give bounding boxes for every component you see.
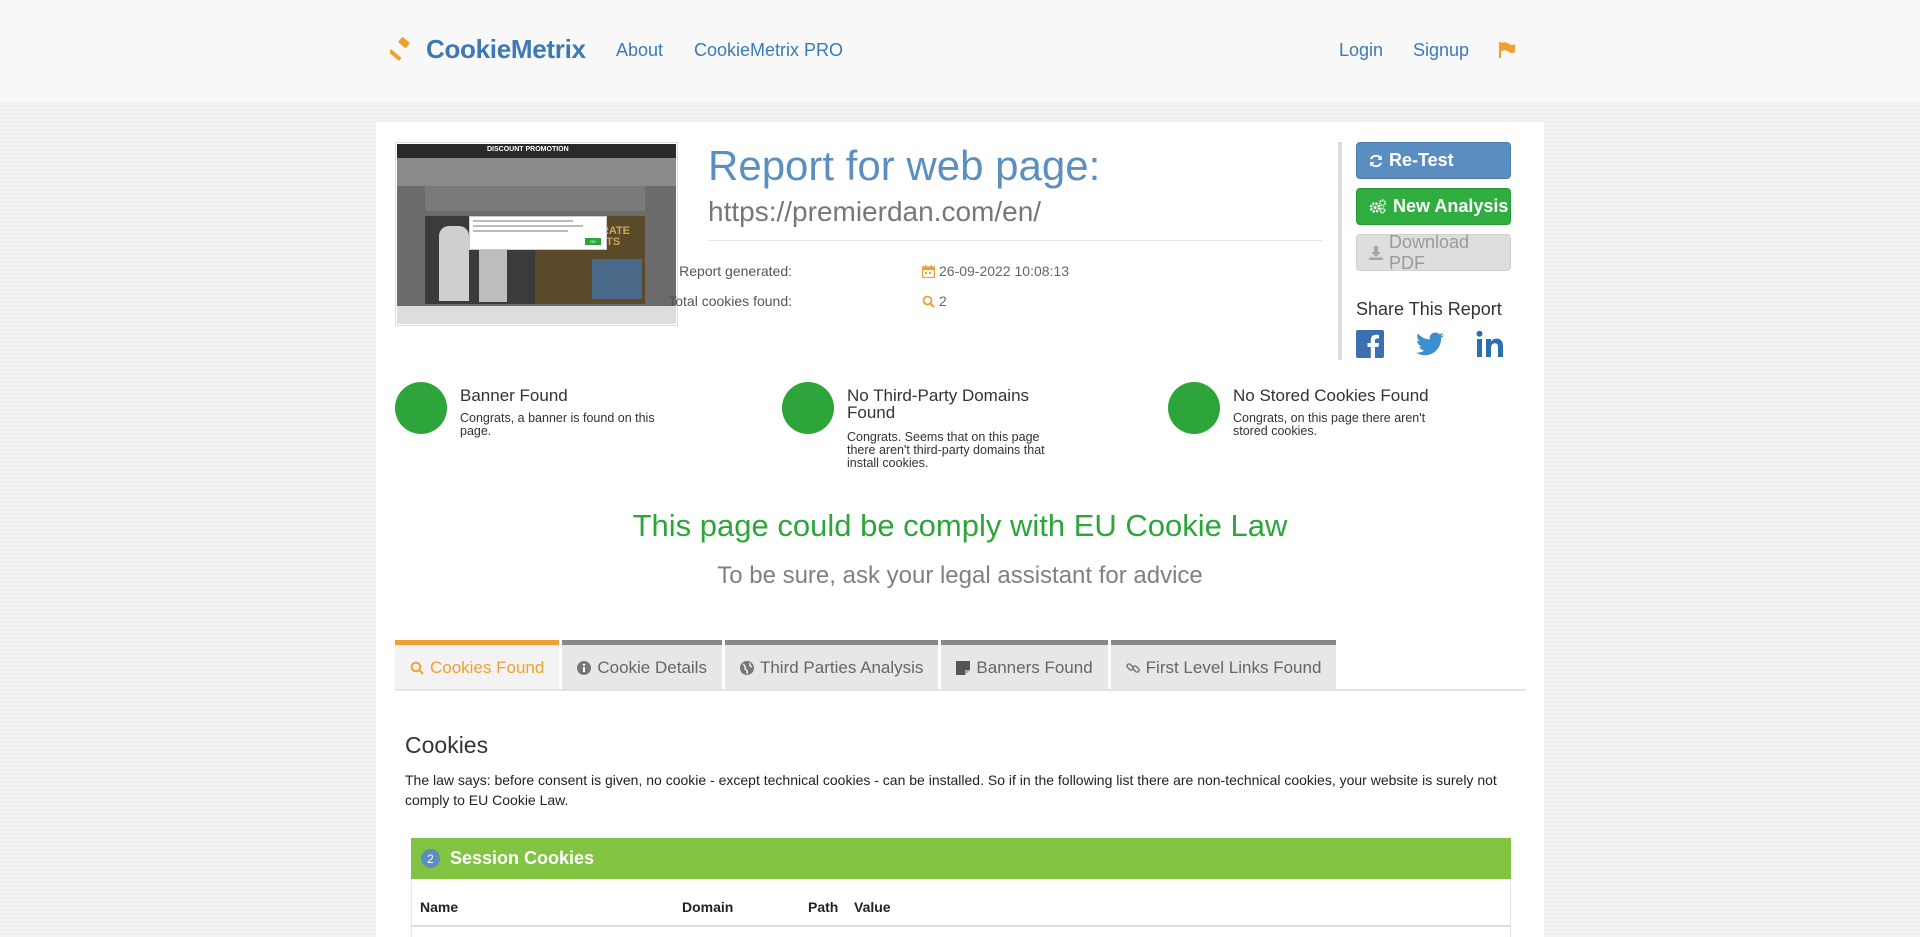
- download-pdf-button[interactable]: Download PDF: [1356, 231, 1511, 273]
- facebook-icon[interactable]: [1356, 330, 1384, 358]
- third-party-check-desc: Congrats. Seems that on this page there …: [847, 430, 1045, 470]
- nav-login[interactable]: Login: [1339, 40, 1383, 61]
- retest-button[interactable]: Re-Test: [1356, 142, 1511, 179]
- search-icon: [922, 295, 935, 308]
- brand-name: CookieMetrix: [426, 34, 586, 64]
- report-container: DISCOUNT PROMOTION KARATE BELTS OK Repor…: [376, 122, 1544, 937]
- gavel-icon: [390, 36, 410, 60]
- column-domain: Domain: [682, 899, 734, 915]
- stored-cookies-check-title: No Stored Cookies Found: [1233, 386, 1429, 405]
- banner-check-title: Banner Found: [460, 386, 568, 405]
- report-generated-label: Report generated:: [679, 263, 792, 279]
- tab-label: Banners Found: [976, 657, 1093, 677]
- stored-cookies-check-desc: Congrats, on this page there aren't stor…: [1233, 411, 1426, 438]
- tabs-underline: [395, 689, 1526, 691]
- report-url: https://premierdan.com/en/: [708, 196, 1042, 227]
- session-cookies-table-body: [411, 927, 1511, 937]
- brand-logo[interactable]: CookieMetrix: [390, 34, 586, 65]
- tab-label: Cookies Found: [430, 657, 545, 677]
- thumbnail-popup-button: OK: [585, 238, 601, 245]
- compliance-verdict: This page could be comply with EU Cookie…: [632, 508, 1288, 543]
- total-cookies-value: 2: [922, 293, 947, 309]
- third-party-check-title: No Third-Party Domains Found: [847, 386, 1030, 422]
- tab-label: Cookie Details: [597, 657, 707, 677]
- session-cookies-title: Session Cookies: [450, 848, 595, 868]
- tab-label: Third Parties Analysis: [759, 657, 924, 677]
- calendar-icon: [922, 264, 935, 278]
- third-party-check-status-icon: [782, 382, 834, 434]
- report-tabs: Cookies Found Cookie Details Third Parti…: [395, 640, 1337, 690]
- legal-advice: To be sure, ask your legal assistant for…: [717, 562, 1203, 589]
- nav-about[interactable]: About: [616, 40, 663, 61]
- cookies-law-text: The law says: before consent is given, n…: [405, 772, 1497, 808]
- thumbnail-promo-text: DISCOUNT PROMOTION: [487, 146, 569, 153]
- stored-cookies-check-status-icon: [1168, 382, 1220, 434]
- flag-icon[interactable]: [1498, 42, 1516, 58]
- note-icon: [956, 660, 971, 675]
- linkedin-icon[interactable]: [1476, 330, 1504, 358]
- refresh-icon: [1370, 154, 1382, 167]
- column-path: Path: [808, 899, 839, 915]
- nav-signup[interactable]: Signup: [1413, 40, 1469, 61]
- gears-icon: [1369, 199, 1387, 214]
- link-icon: [1125, 662, 1140, 673]
- column-value: Value: [854, 899, 891, 915]
- column-name: Name: [420, 899, 459, 915]
- report-generated-value: 26-09-2022 10:08:13: [922, 263, 1069, 279]
- info-icon: [577, 660, 592, 675]
- retest-label: Re-Test: [1389, 150, 1454, 170]
- total-cookies-label: Total cookies found:: [668, 293, 792, 309]
- nav-pro[interactable]: CookieMetrix PRO: [694, 40, 843, 61]
- share-report-title: Share This Report: [1356, 299, 1502, 319]
- globe-icon: [739, 660, 754, 675]
- search-icon: [410, 661, 424, 675]
- total-cookies-count: 2: [939, 293, 947, 309]
- banner-check-status-icon: [395, 382, 447, 434]
- tab-cookie-details[interactable]: Cookie Details: [562, 640, 722, 690]
- session-cookies-count-badge: 2: [421, 849, 440, 868]
- sidebar-divider: [1338, 142, 1342, 360]
- twitter-icon[interactable]: [1416, 332, 1444, 356]
- tab-third-parties-analysis[interactable]: Third Parties Analysis: [724, 640, 939, 690]
- navbar: CookieMetrix About CookieMetrix PRO Logi…: [0, 0, 1920, 102]
- session-cookies-table-header: Name Domain Path Value: [411, 879, 1511, 927]
- tab-banners-found[interactable]: Banners Found: [941, 640, 1108, 690]
- tab-cookies-found[interactable]: Cookies Found: [395, 640, 560, 690]
- session-cookies-header[interactable]: 2 Session Cookies: [411, 838, 1511, 879]
- download-icon: [1369, 245, 1383, 260]
- divider: [708, 240, 1322, 241]
- cookies-section-title: Cookies: [405, 732, 489, 758]
- tab-label: First Level Links Found: [1145, 657, 1322, 677]
- new-analysis-label: New Analysis: [1393, 196, 1509, 216]
- tab-first-level-links-found[interactable]: First Level Links Found: [1110, 640, 1337, 690]
- banner-check-desc: Congrats, a banner is found on this page…: [460, 411, 655, 438]
- generated-timestamp: 26-09-2022 10:08:13: [939, 263, 1069, 279]
- report-title: Report for web page:: [708, 142, 1101, 189]
- new-analysis-button[interactable]: New Analysis: [1356, 188, 1511, 225]
- download-pdf-label: Download PDF: [1389, 231, 1470, 273]
